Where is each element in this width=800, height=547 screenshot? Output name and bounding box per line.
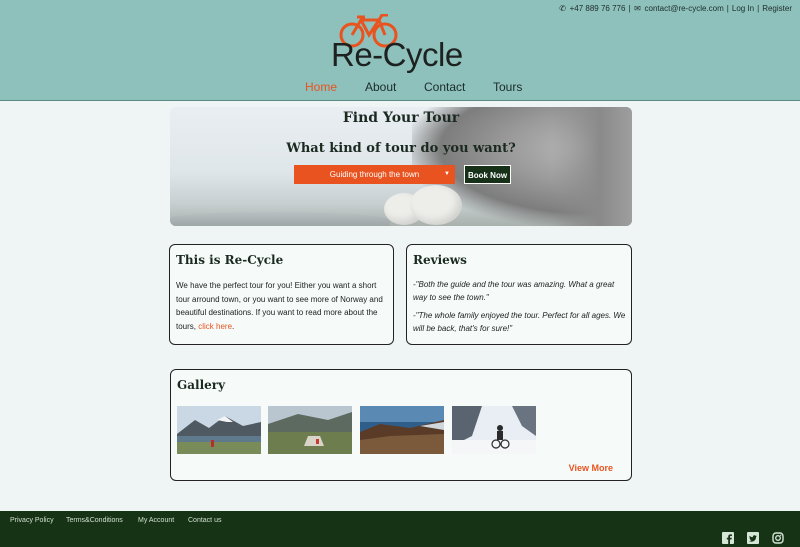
hero-title: Find Your Tour: [342, 110, 460, 126]
gallery-image-highland[interactable]: [360, 406, 444, 454]
site-footer: Privacy Policy Terms&Conditions My Accou…: [0, 511, 800, 547]
gallery-image-mountain-lake[interactable]: [177, 406, 261, 454]
top-contact-bar: ✆ +47 889 76 776 | ✉ contact@re-cycle.co…: [559, 4, 792, 13]
gallery-title: Gallery: [177, 378, 226, 392]
about-card: This is Re-Cycle We have the perfect tou…: [169, 244, 394, 345]
gallery-image-valley[interactable]: [268, 406, 352, 454]
logo-text: Re-Cycle: [331, 36, 463, 73]
view-more-link[interactable]: View More: [569, 463, 613, 473]
main-nav: Home About Contact Tours: [0, 80, 800, 96]
tour-type-select[interactable]: Guiding through the town ▼: [294, 165, 455, 184]
book-now-button[interactable]: Book Now: [464, 165, 511, 184]
footer-link-privacy[interactable]: Privacy Policy: [10, 517, 54, 524]
site-logo[interactable]: Re-Cycle: [331, 14, 471, 74]
sheep-image: [410, 185, 462, 225]
site-header: ✆ +47 889 76 776 | ✉ contact@re-cycle.co…: [0, 0, 800, 101]
email-link[interactable]: contact@re-cycle.com: [645, 4, 724, 13]
about-link[interactable]: click here: [198, 322, 232, 331]
instagram-icon[interactable]: [772, 532, 784, 544]
chevron-down-icon: ▼: [444, 171, 450, 177]
nav-home[interactable]: Home: [305, 80, 337, 94]
nav-about[interactable]: About: [365, 80, 396, 94]
gallery-card: Gallery View More: [170, 369, 632, 481]
envelope-icon: ✉: [634, 3, 641, 13]
facebook-icon[interactable]: [722, 532, 734, 544]
login-link[interactable]: Log In: [732, 4, 754, 13]
reviews-card: Reviews -"Both the guide and the tour wa…: [406, 244, 632, 345]
footer-link-account[interactable]: My Account: [138, 517, 174, 524]
about-title: This is Re-Cycle: [176, 253, 284, 267]
gallery-image-snow-ride[interactable]: [452, 406, 536, 454]
reviews-title: Reviews: [413, 253, 467, 267]
divider: |: [628, 4, 631, 13]
divider: |: [726, 4, 729, 13]
hero-subtitle: What kind of tour do you want?: [286, 141, 516, 156]
phone-icon: ✆: [559, 3, 566, 13]
divider: |: [757, 4, 760, 13]
about-period: .: [232, 321, 235, 331]
review-item: -"The whole family enjoyed the tour. Per…: [413, 311, 626, 333]
footer-link-contact[interactable]: Contact us: [188, 517, 221, 524]
review-item: -"Both the guide and the tour was amazin…: [413, 280, 615, 302]
phone-number[interactable]: +47 889 76 776: [570, 4, 626, 13]
twitter-icon[interactable]: [747, 532, 759, 544]
about-text: We have the perfect tour for you! Either…: [176, 279, 388, 333]
hero-banner: Find Your Tour What kind of tour do you …: [170, 107, 632, 226]
tour-select-value: Guiding through the town: [329, 170, 420, 179]
nav-tours[interactable]: Tours: [493, 80, 522, 94]
nav-contact[interactable]: Contact: [424, 80, 465, 94]
hero-background-hill: [170, 212, 390, 226]
register-link[interactable]: Register: [762, 4, 792, 13]
footer-link-terms[interactable]: Terms&Conditions: [66, 517, 123, 524]
